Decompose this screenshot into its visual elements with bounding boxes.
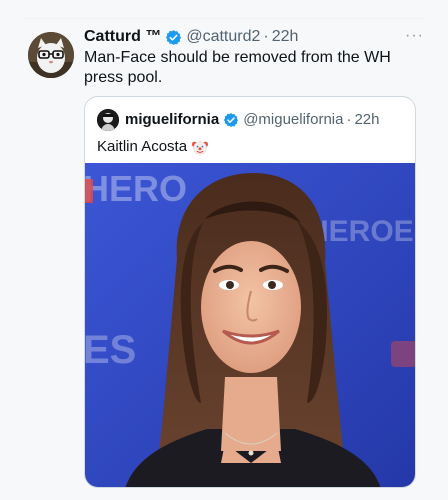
quoted-tweet-header: miguelifornia @miguelifornia · 22h	[97, 109, 380, 131]
quoted-author-handle[interactable]: @miguelifornia	[243, 110, 343, 130]
quoted-tweet-text-row: Kaitlin Acosta	[97, 137, 209, 157]
timeline-divider	[24, 18, 424, 19]
more-horizontal-icon[interactable]: ···	[405, 27, 424, 45]
author-name[interactable]: Catturd ™	[84, 27, 161, 47]
author-avatar[interactable]	[28, 32, 74, 78]
author-handle[interactable]: @catturd2	[186, 27, 260, 47]
verified-badge-icon	[165, 29, 182, 46]
tweet-header: Catturd ™ @catturd2 · 22h	[84, 27, 408, 47]
quoted-tweet-text: Kaitlin Acosta	[97, 138, 188, 155]
quoted-author-avatar[interactable]	[97, 109, 119, 131]
quoted-tweet-card[interactable]: miguelifornia @miguelifornia · 22h Kaitl…	[84, 96, 416, 488]
verified-badge-icon	[223, 112, 239, 128]
separator-dot: ·	[346, 111, 352, 128]
tweet-timestamp[interactable]: 22h	[272, 27, 299, 47]
quoted-tweet-timestamp[interactable]: 22h	[354, 110, 379, 130]
clown-face-icon	[191, 138, 209, 156]
quoted-author-name[interactable]: miguelifornia	[125, 110, 219, 130]
backdrop-text-bottom-left: ES	[85, 328, 136, 372]
quoted-tweet-photo[interactable]: HERO HEROES ES	[85, 163, 415, 487]
separator-dot: ·	[263, 28, 269, 45]
backdrop-text-top-left: HERO	[85, 168, 187, 209]
tweet-text: Man-Face should be removed from the WH p…	[84, 49, 391, 86]
